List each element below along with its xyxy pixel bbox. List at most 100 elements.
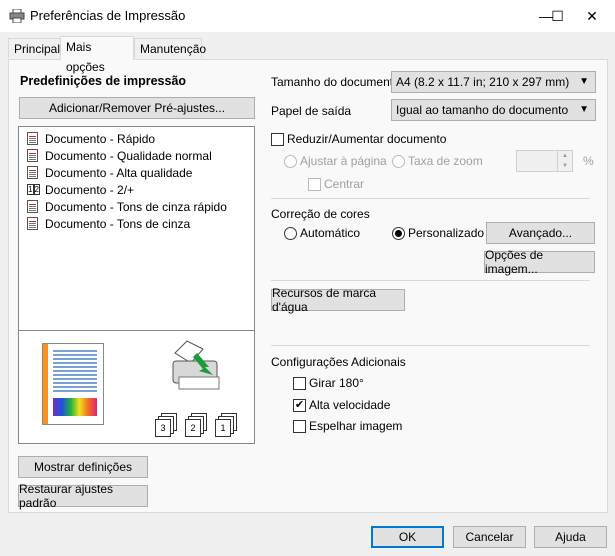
close-icon: ✕ <box>586 7 598 24</box>
copy-number: 1 <box>215 419 231 437</box>
fit-page-radio[interactable]: Ajustar à página <box>284 154 387 168</box>
copy-stack-icon: 3 <box>155 413 179 437</box>
radio-label: Taxa de zoom <box>408 154 483 168</box>
title-bar: Preferências de Impressão — ✕ ☐ <box>0 0 615 32</box>
document-icon <box>27 149 38 162</box>
tab-mais-opcoes[interactable]: Mais opções <box>60 36 134 74</box>
custom-radio[interactable]: Personalizado <box>392 226 484 240</box>
button-label: Restaurar ajustes padrão <box>19 482 114 510</box>
list-item[interactable]: Documento - Tons de cinza <box>27 215 190 232</box>
high-speed-checkbox[interactable]: ✔ Alta velocidade <box>293 398 390 412</box>
divider <box>271 198 590 199</box>
radio-label: Personalizado <box>408 226 485 240</box>
list-item-label: Documento - Tons de cinza rápido <box>45 199 227 214</box>
tab-principal[interactable]: Principal <box>8 38 61 58</box>
checkbox-label: Reduzir/Aumentar documento <box>287 132 447 146</box>
zoom-stepper[interactable]: ▲ ▼ <box>516 150 573 172</box>
button-label: Adicionar/Remover Pré-ajustes... <box>48 101 226 115</box>
copy-stack-icon: 2 <box>185 413 209 437</box>
copy-number: 3 <box>155 419 171 437</box>
select-value: Igual ao tamanho do documento <box>396 103 569 117</box>
output-paper-select[interactable]: Igual ao tamanho do documento ▼ <box>391 99 596 121</box>
maximize-icon: ☐ <box>551 7 564 24</box>
tab-manutencao[interactable]: Manutenção <box>134 38 206 58</box>
window-title: Preferências de Impressão <box>30 8 186 23</box>
list-item-label: Documento - 2/+ <box>45 182 135 197</box>
radio-label: Ajustar à página <box>300 154 387 168</box>
automatic-radio[interactable]: Automático <box>284 226 360 240</box>
zoom-rate-radio[interactable]: Taxa de zoom <box>392 154 483 168</box>
copy-order-icons: 3 2 1 <box>155 413 239 437</box>
list-item-label: Documento - Tons de cinza <box>45 216 191 231</box>
divider <box>271 345 590 346</box>
radio-label: Automático <box>300 226 361 240</box>
document-icon <box>27 200 38 213</box>
additional-settings-label: Configurações Adicionais <box>271 355 406 369</box>
chevron-down-icon: ▼ <box>579 104 589 115</box>
close-button[interactable]: ✕ <box>569 0 615 32</box>
list-item[interactable]: Documento - Rápido <box>27 130 155 147</box>
list-item-label: Documento - Rápido <box>45 131 156 146</box>
copy-number: 2 <box>185 419 201 437</box>
checkbox[interactable] <box>293 419 306 433</box>
button-label: Mostrar definições <box>33 460 133 474</box>
copy-stack-icon: 1 <box>215 413 239 437</box>
checkbox-label: Girar 180° <box>309 376 364 390</box>
checkbox[interactable] <box>293 376 306 390</box>
button-label: Opções de imagem... <box>485 248 544 276</box>
list-item[interactable]: Documento - Alta qualidade <box>27 164 192 181</box>
spin-buttons[interactable]: ▲ ▼ <box>557 151 572 171</box>
list-item-label: Documento - Alta qualidade <box>45 165 193 180</box>
add-remove-presets-button[interactable]: Adicionar/Remover Pré-ajustes... <box>19 97 255 119</box>
tab-label: Manutenção <box>140 42 207 56</box>
radio-selected-dot <box>395 229 402 237</box>
checkbox[interactable] <box>271 132 284 146</box>
list-item[interactable]: Documento - Qualidade normal <box>27 147 212 164</box>
restore-defaults-button[interactable]: Restaurar ajustes padrão <box>18 482 148 510</box>
mirror-image-checkbox[interactable]: Espelhar imagem <box>293 419 402 433</box>
chevron-down-icon: ▼ <box>579 76 589 87</box>
document-size-select[interactable]: A4 (8.2 x 11.7 in; 210 x 297 mm) ▼ <box>391 71 596 93</box>
radio[interactable] <box>284 154 297 168</box>
document-size-label: Tamanho do documento <box>271 75 400 89</box>
checkbox[interactable] <box>308 177 321 191</box>
button-label: Ajuda <box>555 530 586 544</box>
document-icon <box>27 132 38 145</box>
tab-label: Mais opções <box>66 40 105 74</box>
two-up-icon: 12 <box>27 184 40 195</box>
list-item[interactable]: Documento - Tons de cinza rápido <box>27 198 227 215</box>
divider <box>271 280 590 281</box>
help-button[interactable]: Ajuda <box>534 526 607 548</box>
center-checkbox[interactable]: Centrar <box>308 177 364 191</box>
output-paper-label: Papel de saída <box>271 104 352 118</box>
rotate-180-checkbox[interactable]: Girar 180° <box>293 376 364 390</box>
presets-list[interactable]: Documento - Rápido Documento - Qualidade… <box>18 126 255 444</box>
radio[interactable] <box>392 154 405 168</box>
cancel-button[interactable]: Cancelar <box>453 526 526 548</box>
image-options-button[interactable]: Opções de imagem... <box>484 248 595 276</box>
tab-label: Principal <box>14 42 61 56</box>
watermark-button[interactable]: Recursos de marca d'água <box>271 286 405 314</box>
advanced-button[interactable]: Avançado... <box>486 222 595 244</box>
button-label: Recursos de marca d'água <box>272 286 377 314</box>
checkbox-label: Espelhar imagem <box>309 419 403 433</box>
printer-illustration-icon <box>172 340 220 390</box>
checkbox[interactable]: ✔ <box>293 398 306 412</box>
show-settings-button[interactable]: Mostrar definições <box>18 456 148 478</box>
maximize-button[interactable]: ☐ <box>546 0 569 32</box>
ok-button[interactable]: OK <box>371 526 444 548</box>
page-content-lines <box>53 350 97 416</box>
checkbox-label: Centrar <box>324 177 365 191</box>
color-correction-label: Correção de cores <box>271 207 370 221</box>
document-icon <box>27 166 38 179</box>
percent-label: % <box>583 154 594 168</box>
radio[interactable] <box>284 226 297 240</box>
radio[interactable] <box>392 226 405 240</box>
reduce-enlarge-checkbox[interactable]: Reduzir/Aumentar documento <box>271 132 446 146</box>
button-label: OK <box>398 530 417 544</box>
checkbox-label: Alta velocidade <box>309 398 391 412</box>
list-item-label: Documento - Qualidade normal <box>45 148 212 163</box>
list-divider <box>19 330 254 331</box>
list-item[interactable]: 12 Documento - 2/+ <box>27 181 134 198</box>
page-preview <box>42 343 104 425</box>
